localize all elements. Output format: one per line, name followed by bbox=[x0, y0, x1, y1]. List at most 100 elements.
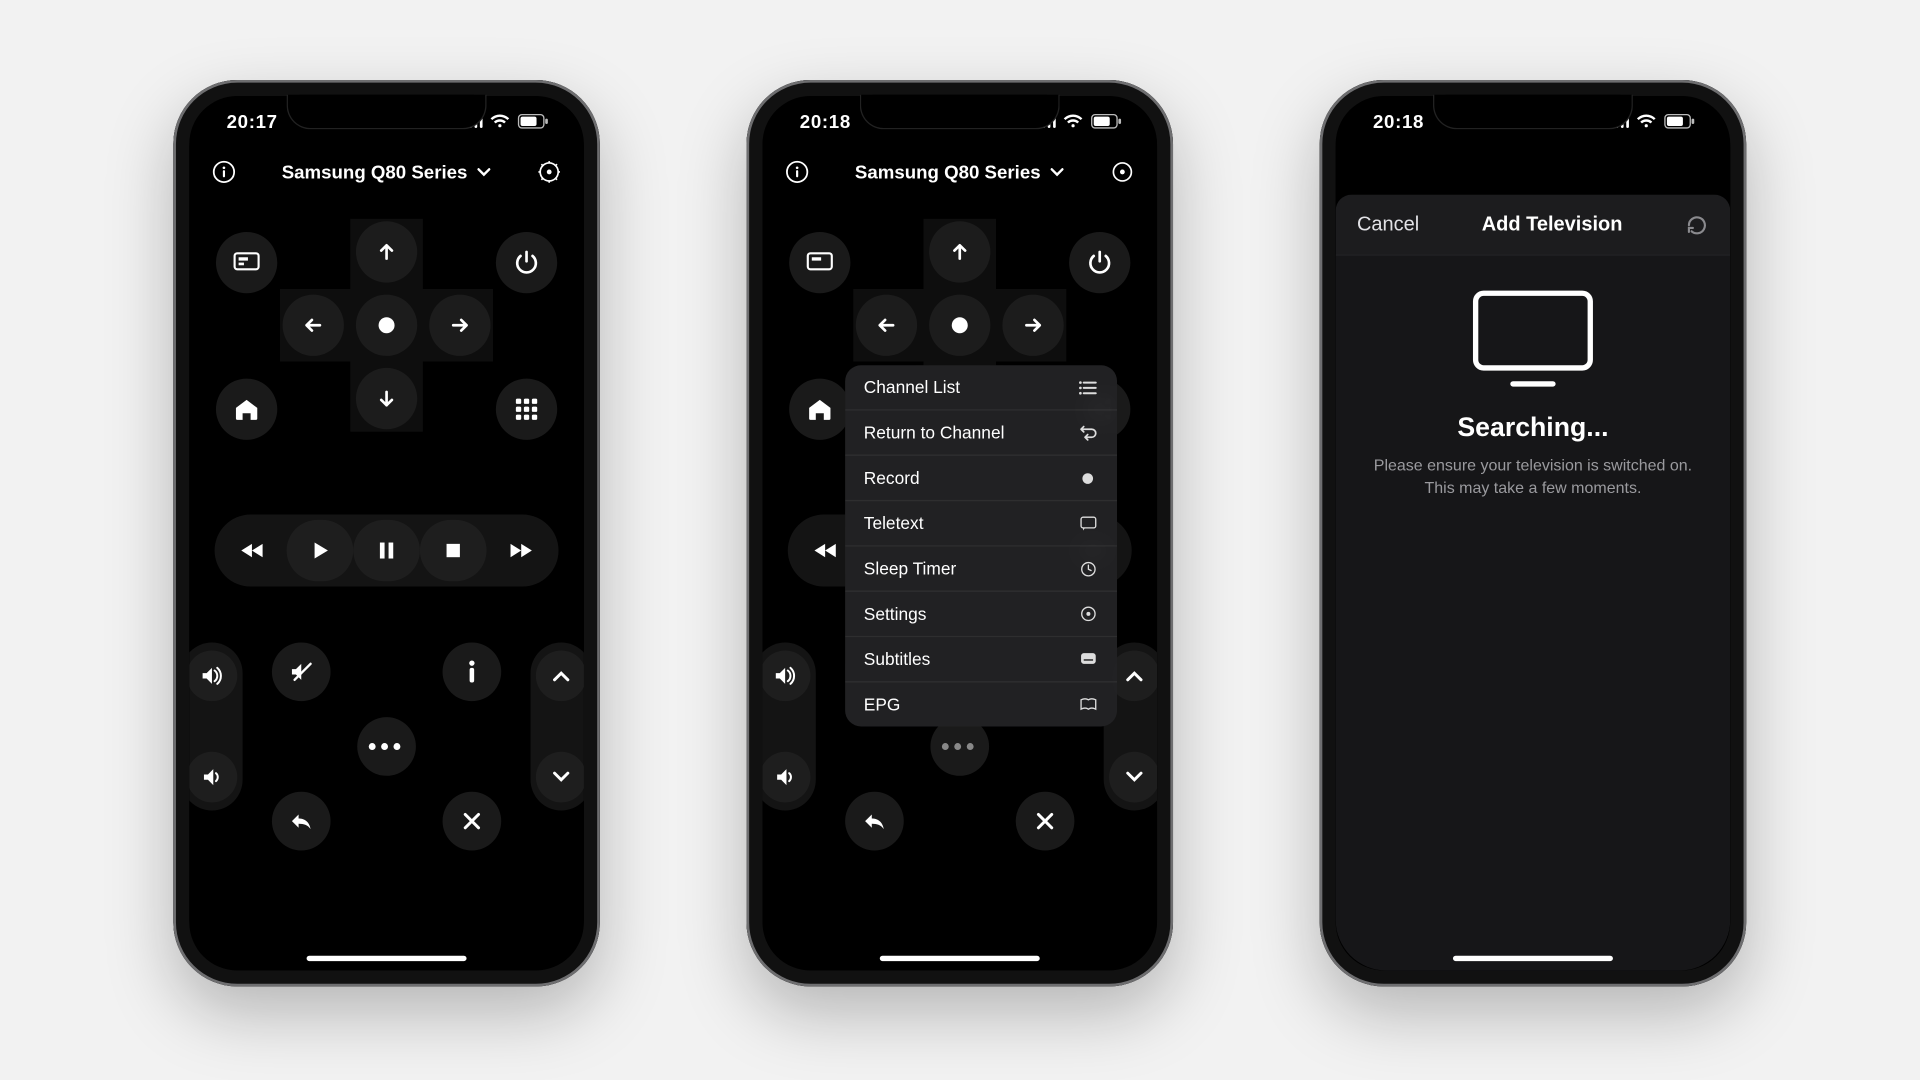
modal-header: Cancel Add Television bbox=[1336, 195, 1731, 256]
header-bar: Samsung Q80 Series bbox=[189, 147, 584, 198]
power-button[interactable] bbox=[496, 232, 557, 293]
list-icon bbox=[1077, 379, 1098, 395]
wifi-icon bbox=[1062, 113, 1083, 129]
guide-icon bbox=[1077, 697, 1098, 712]
device-name: Samsung Q80 Series bbox=[282, 161, 468, 182]
home-button[interactable] bbox=[216, 379, 277, 440]
menu-item-teletext[interactable]: Teletext bbox=[845, 501, 1117, 546]
home-indicator[interactable] bbox=[880, 956, 1040, 961]
input-source-button[interactable] bbox=[789, 232, 850, 293]
dpad-ok[interactable] bbox=[929, 295, 990, 356]
dpad bbox=[280, 219, 493, 432]
tv-icon bbox=[1473, 291, 1593, 371]
phone-remote-menu: 20:18 Samsung Q80 Series bbox=[746, 80, 1173, 986]
modal-body: Searching... Please ensure your televisi… bbox=[1336, 256, 1731, 970]
channel-up-button[interactable] bbox=[536, 651, 584, 702]
modal-title: Add Television bbox=[1482, 213, 1623, 236]
dpad-left[interactable] bbox=[283, 295, 344, 356]
info-icon[interactable] bbox=[205, 153, 242, 190]
menu-item-subtitles[interactable]: Subtitles bbox=[845, 637, 1117, 682]
device-selector[interactable]: Samsung Q80 Series bbox=[855, 161, 1065, 182]
menu-item-settings[interactable]: Settings bbox=[845, 592, 1117, 637]
more-menu: Channel List Return to Channel Record Te… bbox=[845, 365, 1117, 726]
gear-icon bbox=[1077, 605, 1098, 622]
menu-item-return-channel[interactable]: Return to Channel bbox=[845, 411, 1117, 456]
dpad-up[interactable] bbox=[929, 221, 990, 282]
dpad-down[interactable] bbox=[356, 368, 417, 429]
menu-item-epg[interactable]: EPG bbox=[845, 682, 1117, 726]
volume-down-button[interactable] bbox=[189, 752, 237, 803]
forward-button[interactable] bbox=[487, 520, 554, 581]
exit-button[interactable] bbox=[1016, 792, 1075, 851]
dpad-left[interactable] bbox=[856, 295, 917, 356]
header-bar: Samsung Q80 Series bbox=[762, 147, 1157, 198]
settings-icon[interactable] bbox=[1104, 153, 1141, 190]
volume-rocker bbox=[189, 643, 242, 811]
screen: 20:18 Cancel Add Television Searching... bbox=[1336, 96, 1731, 970]
info-icon[interactable] bbox=[778, 153, 815, 190]
volume-down-button[interactable] bbox=[762, 752, 810, 803]
record-icon bbox=[1077, 471, 1098, 484]
more-button[interactable]: ••• bbox=[357, 717, 416, 776]
channel-down-button[interactable] bbox=[1109, 752, 1157, 803]
battery-icon bbox=[1664, 113, 1696, 129]
back-button[interactable] bbox=[845, 792, 904, 851]
chevron-down-icon bbox=[475, 165, 491, 178]
battery-icon bbox=[1090, 113, 1122, 129]
dpad-up[interactable] bbox=[356, 221, 417, 282]
wifi-icon bbox=[489, 113, 510, 129]
volume-up-button[interactable] bbox=[189, 651, 237, 702]
subtitles-icon bbox=[1077, 652, 1098, 667]
searching-subtext: Please ensure your television is switche… bbox=[1336, 455, 1731, 501]
screen: 20:18 Samsung Q80 Series bbox=[762, 96, 1157, 970]
home-indicator[interactable] bbox=[1453, 956, 1613, 961]
lower-cluster: ••• bbox=[189, 643, 584, 942]
input-source-button[interactable] bbox=[216, 232, 277, 293]
remote-body: Channel List Return to Channel Record Te… bbox=[762, 197, 1157, 970]
settings-icon[interactable] bbox=[531, 153, 568, 190]
volume-up-button[interactable] bbox=[762, 651, 810, 702]
tv-stand bbox=[1510, 381, 1555, 386]
notch bbox=[860, 95, 1060, 130]
home-button[interactable] bbox=[789, 379, 850, 440]
center-buttons: ••• bbox=[272, 643, 501, 942]
wifi-icon bbox=[1636, 113, 1657, 129]
dpad-ok[interactable] bbox=[356, 295, 417, 356]
notch bbox=[287, 95, 487, 130]
home-indicator[interactable] bbox=[307, 956, 467, 961]
remote-body: ••• bbox=[189, 197, 584, 970]
notch bbox=[1433, 95, 1633, 130]
dpad-right[interactable] bbox=[1002, 295, 1063, 356]
status-time: 20:18 bbox=[800, 111, 851, 132]
menu-item-channel-list[interactable]: Channel List bbox=[845, 365, 1117, 410]
device-selector[interactable]: Samsung Q80 Series bbox=[282, 161, 492, 182]
stop-button[interactable] bbox=[420, 520, 487, 581]
mute-button[interactable] bbox=[272, 643, 331, 702]
dpad-right[interactable] bbox=[429, 295, 490, 356]
apps-button[interactable] bbox=[496, 379, 557, 440]
screen: 20:17 Samsung Q80 Series bbox=[189, 96, 584, 970]
menu-item-sleep-timer[interactable]: Sleep Timer bbox=[845, 547, 1117, 592]
device-name: Samsung Q80 Series bbox=[855, 161, 1041, 182]
exit-button[interactable] bbox=[443, 792, 502, 851]
phone-remote-main: 20:17 Samsung Q80 Series bbox=[173, 80, 600, 986]
phone-add-tv: 20:18 Cancel Add Television Searching... bbox=[1320, 80, 1747, 986]
back-button[interactable] bbox=[272, 792, 331, 851]
channel-rocker bbox=[531, 643, 584, 811]
menu-item-record[interactable]: Record bbox=[845, 456, 1117, 501]
channel-down-button[interactable] bbox=[536, 752, 584, 803]
refresh-button[interactable] bbox=[1685, 213, 1709, 237]
teletext-icon bbox=[1077, 516, 1098, 531]
status-time: 20:17 bbox=[227, 111, 278, 132]
status-time: 20:18 bbox=[1373, 111, 1424, 132]
rewind-button[interactable] bbox=[220, 520, 287, 581]
play-button[interactable] bbox=[287, 520, 354, 581]
media-controls bbox=[215, 515, 559, 587]
return-icon bbox=[1077, 425, 1098, 441]
cancel-button[interactable]: Cancel bbox=[1357, 213, 1419, 236]
power-button[interactable] bbox=[1069, 232, 1130, 293]
battery-icon bbox=[517, 113, 549, 129]
info-button[interactable] bbox=[443, 643, 502, 702]
chevron-down-icon bbox=[1049, 165, 1065, 178]
pause-button[interactable] bbox=[353, 520, 420, 581]
